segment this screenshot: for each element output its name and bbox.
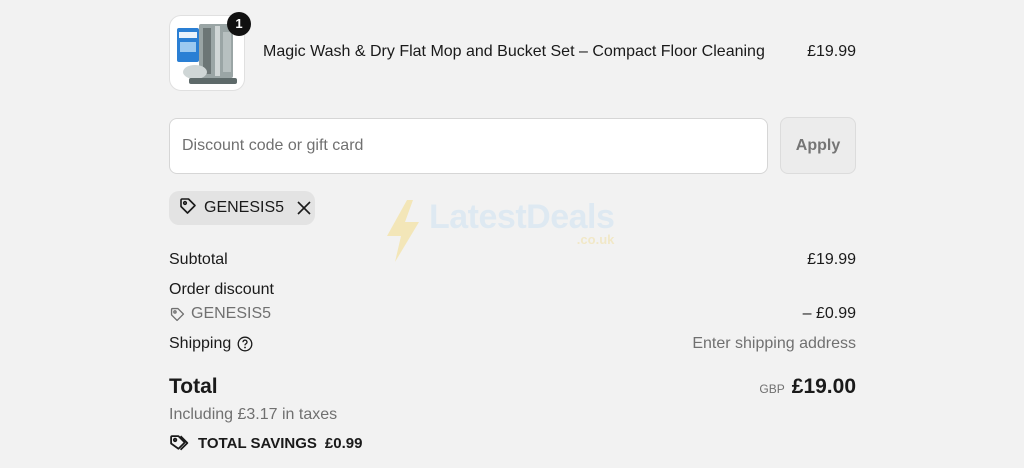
watermark: LatestDeals .co.uk <box>385 198 615 262</box>
shipping-row-label: Shipping <box>169 335 253 353</box>
savings-value: £0.99 <box>324 435 363 452</box>
total-savings: TOTAL SAVINGS £0.99 <box>169 433 362 454</box>
watermark-brand: LatestDeals <box>429 198 615 236</box>
shipping-value: Enter shipping address <box>692 335 856 352</box>
product-thumbnail: 1 <box>169 12 251 91</box>
apply-discount-button[interactable]: Apply <box>780 117 856 174</box>
order-discount-label: Order discount <box>169 281 274 298</box>
subtotal-label: Subtotal <box>169 251 228 268</box>
product-name: Magic Wash & Dry Flat Mop and Bucket Set… <box>263 43 765 60</box>
tag-icon <box>178 196 198 221</box>
remove-discount-button[interactable] <box>296 200 312 216</box>
applied-discount-chip: GENESIS5 <box>169 191 315 225</box>
order-discount-code-text: GENESIS5 <box>191 305 272 322</box>
order-discount-code: GENESIS5 <box>169 305 271 323</box>
savings-label: TOTAL SAVINGS <box>198 435 317 452</box>
lightning-bolt-icon <box>387 200 419 262</box>
discount-code-input[interactable] <box>169 118 768 174</box>
subtotal-value: £19.99 <box>807 251 856 268</box>
total-label: Total <box>169 375 218 398</box>
total-amount: £19.00 <box>791 375 856 398</box>
total-currency: GBP <box>759 382 785 396</box>
product-price: £19.99 <box>807 43 856 60</box>
total-value: GBP £19.00 <box>759 375 856 399</box>
savings-tag-icon <box>170 435 189 451</box>
help-icon[interactable] <box>237 336 253 352</box>
order-discount-value: – £0.99 <box>802 305 856 322</box>
close-icon <box>297 201 311 215</box>
tax-note: Including £3.17 in taxes <box>169 406 338 423</box>
applied-code-label: GENESIS5 <box>204 199 285 216</box>
tag-icon <box>170 307 185 321</box>
shipping-label: Shipping <box>169 335 232 352</box>
quantity-badge: 1 <box>227 12 251 36</box>
